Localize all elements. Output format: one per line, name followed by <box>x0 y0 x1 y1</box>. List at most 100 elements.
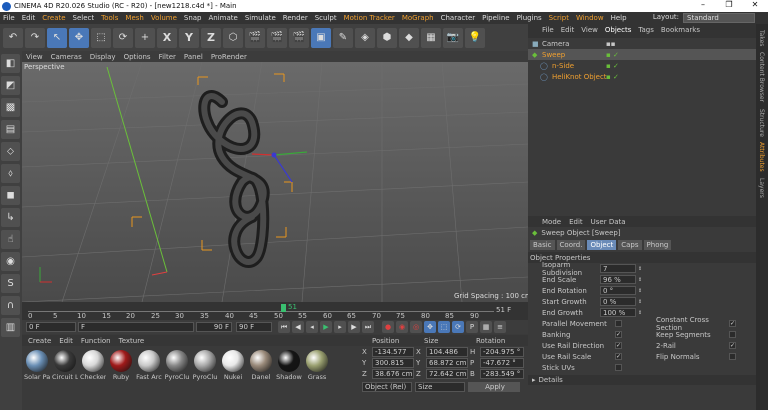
record-scale-icon[interactable]: ⬚ <box>438 321 450 333</box>
checkbox[interactable]: ✓ <box>615 331 622 338</box>
deformer-icon[interactable]: ◆ <box>399 27 419 48</box>
viewport-menu-view[interactable]: View <box>26 53 43 61</box>
enabled-check-icon[interactable]: ▪ ✓ <box>606 51 619 59</box>
viewport-menu-filter[interactable]: Filter <box>159 53 176 61</box>
rotation-field[interactable]: -204.975 ° <box>480 346 524 357</box>
material-swatch[interactable]: Danel <box>248 348 274 381</box>
checkbox[interactable]: ✓ <box>729 342 736 349</box>
material-menu-edit[interactable]: Edit <box>59 337 73 345</box>
attr-tab-caps[interactable]: Caps <box>618 240 642 250</box>
visibility-dots[interactable]: ▪▪ <box>606 40 616 48</box>
om-menu-view[interactable]: View <box>581 26 598 34</box>
scale-icon[interactable]: ⬚ <box>91 27 111 48</box>
live-selection-icon[interactable]: ↖ <box>47 27 67 48</box>
property-value-field[interactable]: 0 ° <box>600 286 636 295</box>
menu-select[interactable]: Select <box>73 14 95 22</box>
menu-volume[interactable]: Volume <box>151 14 177 22</box>
stepper-icon[interactable]: ⇕ <box>638 288 642 294</box>
menu-mesh[interactable]: Mesh <box>125 14 143 22</box>
material-swatch[interactable]: Solar Pa <box>24 348 50 381</box>
minimize-button[interactable]: – <box>690 0 716 9</box>
position-field[interactable]: 300.815 cm <box>372 357 414 375</box>
details-section[interactable]: Details <box>539 376 563 384</box>
next-frame-icon[interactable]: ▸ <box>334 321 346 333</box>
attr-menu-mode[interactable]: Mode <box>542 218 561 226</box>
object-row-heliknot[interactable]: ◯ HeliKnot Object ▪ ✓ <box>528 71 756 82</box>
array-icon[interactable]: ⬢ <box>377 27 397 48</box>
material-swatch[interactable]: Circuit L <box>52 348 78 381</box>
move-icon[interactable]: ✥ <box>69 27 89 48</box>
checkbox[interactable] <box>615 320 622 327</box>
axis-mode-icon[interactable]: ↳ <box>1 208 20 227</box>
end-frame-field[interactable]: 90 F <box>236 322 272 332</box>
side-tab-content-browser[interactable]: Content Browser <box>758 52 765 102</box>
menu-window[interactable]: Window <box>576 14 604 22</box>
menu-sculpt[interactable]: Sculpt <box>315 14 337 22</box>
stepper-icon[interactable]: ⇕ <box>638 277 642 283</box>
size-field[interactable]: 72.642 cm <box>426 368 468 379</box>
material-swatch[interactable]: Nukei <box>220 348 246 381</box>
material-menu-function[interactable]: Function <box>81 337 111 345</box>
z-axis-button[interactable]: Z <box>201 27 221 48</box>
om-menu-edit[interactable]: Edit <box>561 26 575 34</box>
side-tab-attributes[interactable]: Attributes <box>758 142 765 172</box>
perspective-viewport[interactable] <box>22 62 528 302</box>
side-tab-structure[interactable]: Structure <box>758 109 765 137</box>
position-field[interactable]: 38.676 cm <box>372 368 414 379</box>
menu-motion-tracker[interactable]: Motion Tracker <box>344 14 395 22</box>
layer-icon[interactable]: ▥ <box>1 318 20 337</box>
checkbox[interactable] <box>615 364 622 371</box>
checkbox[interactable] <box>729 353 736 360</box>
record-param-icon[interactable]: P <box>466 321 478 333</box>
viewport-menu-options[interactable]: Options <box>124 53 151 61</box>
tweak-mode-icon[interactable]: ☝ <box>1 230 20 249</box>
y-axis-button[interactable]: Y <box>179 27 199 48</box>
material-swatch[interactable]: PyroClu <box>164 348 190 381</box>
keyframe-selection-icon[interactable]: ◎ <box>410 321 422 333</box>
make-editable-icon[interactable]: ◧ <box>1 54 20 73</box>
camera-icon[interactable]: 📷 <box>443 27 463 48</box>
start-frame-field[interactable]: 0 F <box>26 322 76 332</box>
material-swatch[interactable]: Checker <box>80 348 106 381</box>
timeline-menu-icon[interactable]: ≡ <box>494 321 506 333</box>
coordinate-system-icon[interactable]: ⬡ <box>223 27 243 48</box>
goto-end-icon[interactable]: ⏭ <box>362 321 374 333</box>
menu-edit[interactable]: Edit <box>22 14 36 22</box>
size-field[interactable]: 104.486 cm <box>426 346 468 364</box>
record-rotation-icon[interactable]: ⟳ <box>452 321 464 333</box>
scene-icon[interactable]: ▦ <box>421 27 441 48</box>
object-name[interactable]: HeliKnot Object <box>552 73 607 81</box>
om-menu-tags[interactable]: Tags <box>638 26 654 34</box>
model-mode-icon[interactable]: ◩ <box>1 76 20 95</box>
maximize-button[interactable]: ❐ <box>716 0 742 9</box>
undo-icon[interactable]: ↶ <box>3 27 23 48</box>
side-tab-layers[interactable]: Layers <box>758 178 765 198</box>
property-value-field[interactable]: 0 % <box>600 297 636 306</box>
om-menu-file[interactable]: File <box>542 26 554 34</box>
object-name[interactable]: n-Side <box>552 62 574 70</box>
record-position-icon[interactable]: ✥ <box>424 321 436 333</box>
side-tab-takes[interactable]: Takes <box>758 30 765 46</box>
material-swatch[interactable]: Grass <box>304 348 330 381</box>
x-axis-button[interactable]: X <box>157 27 177 48</box>
viewport-menu-display[interactable]: Display <box>90 53 116 61</box>
object-row-sweep[interactable]: ◆ Sweep ▪ ✓ <box>528 49 756 60</box>
enabled-check-icon[interactable]: ▪ ✓ <box>606 73 619 81</box>
om-menu-objects[interactable]: Objects <box>605 26 631 34</box>
stepper-icon[interactable]: ⇕ <box>638 299 642 305</box>
material-swatch[interactable]: PyroClu <box>192 348 218 381</box>
apply-button[interactable]: Apply <box>468 382 520 392</box>
rotation-field[interactable]: -47.672 ° <box>480 357 524 368</box>
pen-icon[interactable]: ✎ <box>333 27 353 48</box>
render-picture-viewer-icon[interactable]: 🎬 <box>267 27 287 48</box>
attr-tab-phong[interactable]: Phong <box>643 240 672 250</box>
render-settings-icon[interactable]: 🎬 <box>289 27 309 48</box>
menu-help[interactable]: Help <box>611 14 627 22</box>
close-button[interactable]: ✕ <box>742 0 768 9</box>
attr-tab-basic[interactable]: Basic <box>530 240 555 250</box>
redo-icon[interactable]: ↷ <box>25 27 45 48</box>
autokey-icon[interactable]: ◉ <box>396 321 408 333</box>
material-menu-create[interactable]: Create <box>28 337 51 345</box>
solo-icon[interactable]: ◉ <box>1 252 20 271</box>
object-name[interactable]: Sweep <box>542 51 565 59</box>
